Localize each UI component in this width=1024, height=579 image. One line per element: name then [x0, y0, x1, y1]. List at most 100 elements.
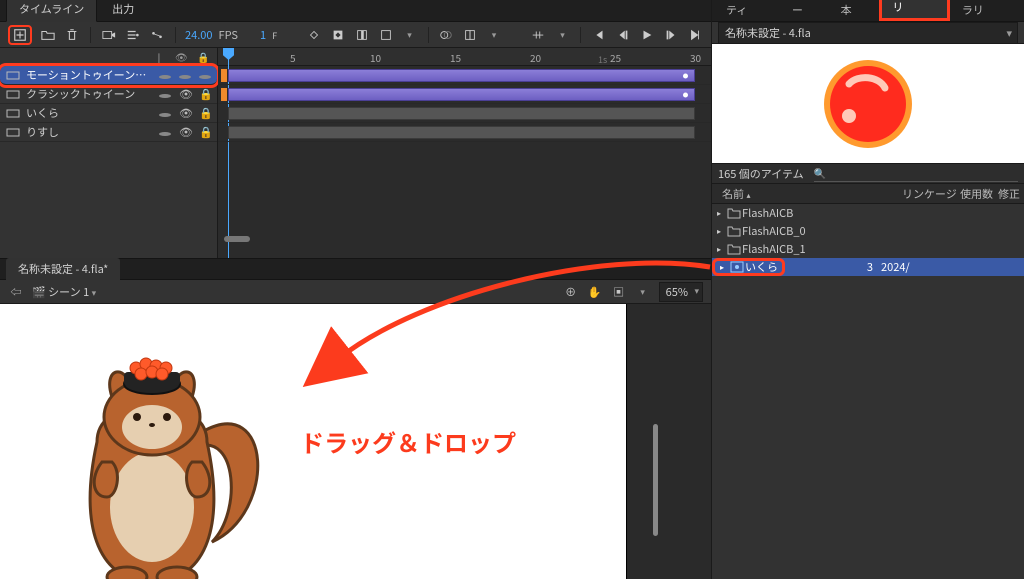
tab-output[interactable]: 出力: [99, 0, 147, 21]
camera-icon[interactable]: [101, 27, 117, 43]
col-modified[interactable]: 修正: [998, 186, 1024, 202]
scene-label[interactable]: シーン 1: [48, 284, 89, 300]
horizontal-scrollbar[interactable]: [224, 236, 250, 242]
rotate-stage-icon[interactable]: ✋: [587, 284, 603, 300]
tween-span[interactable]: [228, 88, 695, 101]
library-search-input[interactable]: [814, 167, 1018, 182]
lock-toggle[interactable]: [199, 67, 211, 83]
play-icon[interactable]: [639, 27, 655, 43]
visibility-toggle[interactable]: 👁: [179, 86, 191, 102]
new-layer-highlight: [8, 25, 32, 45]
document-tab[interactable]: 名称未設定 - 4.fla*: [6, 258, 120, 280]
stage-canvas[interactable]: ドラッグ＆ドロップ: [0, 304, 626, 579]
step-forward-icon[interactable]: [663, 27, 679, 43]
connector-icon[interactable]: [149, 27, 165, 43]
library-list[interactable]: ▸FlashAICB▸FlashAICB_0▸FlashAICB_1▸いくら32…: [712, 204, 1024, 579]
col-highlight-icon[interactable]: ❘: [153, 49, 165, 64]
layer-type-icon: [6, 106, 20, 120]
ikura-preview-art: [813, 54, 923, 154]
tab-timeline[interactable]: タイムライン: [6, 0, 97, 22]
trash-icon[interactable]: [64, 27, 80, 43]
col-name[interactable]: 名前 ▴: [712, 186, 902, 202]
insert-blank-keyframe-icon[interactable]: [330, 27, 346, 43]
visibility-toggle[interactable]: [179, 67, 191, 83]
layer-row[interactable]: りすし 👁 🔒: [0, 123, 217, 142]
highlight-toggle[interactable]: [159, 67, 171, 83]
scene-nav-icon[interactable]: ⇦: [8, 284, 24, 300]
chevron-down-icon[interactable]: ▾: [554, 27, 570, 43]
library-item[interactable]: ▸いくら32024/: [712, 258, 1024, 276]
expand-toggle[interactable]: ▸: [712, 244, 726, 255]
onion-skin-icon[interactable]: [438, 27, 454, 43]
highlight-toggle[interactable]: [159, 124, 171, 140]
timeline-body: ❘ 👁 🔒 モーショントゥイーン…クラシックトゥイーン👁🔒いくら👁🔒りすし👁🔒 …: [0, 48, 711, 258]
tab-cc-library[interactable]: C ライブラリ: [952, 0, 1024, 21]
library-item[interactable]: ▸FlashAICB: [712, 204, 1024, 222]
step-back-icon[interactable]: [615, 27, 631, 43]
layer-name[interactable]: いくら: [26, 105, 153, 121]
frame-span[interactable]: [228, 107, 695, 120]
go-first-frame-icon[interactable]: [591, 27, 607, 43]
expand-toggle[interactable]: ▸: [712, 226, 726, 237]
library-item[interactable]: ▸FlashAICB_1: [712, 240, 1024, 258]
insert-frame-icon[interactable]: [354, 27, 370, 43]
layer-row[interactable]: いくら 👁 🔒: [0, 104, 217, 123]
chevron-down-icon[interactable]: ▾: [486, 27, 502, 43]
visibility-toggle[interactable]: 👁: [179, 124, 191, 140]
layer-row[interactable]: クラシックトゥイーン 👁 🔒: [0, 85, 217, 104]
tab-library[interactable]: ライブラリ: [879, 0, 949, 21]
layer-row[interactable]: モーショントゥイーン…: [0, 66, 217, 85]
col-lock-icon[interactable]: 🔒: [197, 49, 209, 64]
highlight-toggle[interactable]: [159, 86, 171, 102]
chevron-down-icon[interactable]: ▾: [92, 286, 97, 299]
tab-properties[interactable]: プロパティ: [716, 0, 780, 21]
timeline-toolbar: 24.00 FPS 1 F ▾ ▾: [0, 22, 711, 48]
visibility-toggle[interactable]: 👁: [179, 105, 191, 121]
library-item[interactable]: ▸FlashAICB_0: [712, 222, 1024, 240]
keyframe-end-icon: [683, 92, 688, 97]
tab-color[interactable]: カラー: [782, 0, 829, 21]
lock-toggle[interactable]: 🔒: [199, 86, 211, 102]
layer-depth-icon[interactable]: [125, 27, 141, 43]
lock-toggle[interactable]: 🔒: [199, 124, 211, 140]
library-file-select[interactable]: 名称未設定 - 4.fla: [718, 22, 1018, 44]
chevron-down-icon[interactable]: ▾: [402, 27, 418, 43]
fps-value[interactable]: 24.00: [185, 27, 212, 43]
track-row[interactable]: [218, 104, 711, 123]
frame-span[interactable]: [228, 126, 695, 139]
fps-label: FPS: [219, 27, 238, 43]
layer-name[interactable]: りすし: [26, 124, 153, 140]
track-row[interactable]: [218, 85, 711, 104]
chevron-down-icon[interactable]: ▾: [635, 284, 651, 300]
expand-toggle[interactable]: ▸: [715, 262, 729, 273]
edit-multiple-frames-icon[interactable]: [462, 27, 478, 43]
vertical-scrollbar[interactable]: [653, 424, 658, 536]
frame-ruler[interactable]: 5 10 15 20 25 30 1s: [218, 48, 711, 66]
clip-stage-icon[interactable]: ▣: [611, 284, 627, 300]
expand-toggle[interactable]: ▸: [712, 208, 726, 219]
col-use-count[interactable]: 使用数: [960, 186, 998, 202]
insert-keyframe-icon[interactable]: [306, 27, 322, 43]
tab-swatch[interactable]: 色見本: [831, 0, 878, 21]
track-row[interactable]: [218, 123, 711, 142]
track-panel[interactable]: 5 10 15 20 25 30 1s: [218, 48, 711, 258]
tween-span[interactable]: [228, 69, 695, 82]
center-stage-icon[interactable]: ⊕: [563, 284, 579, 300]
stage[interactable]: ドラッグ＆ドロップ: [0, 304, 711, 579]
go-last-frame-icon[interactable]: [687, 27, 703, 43]
col-visibility-icon[interactable]: 👁: [175, 49, 187, 64]
marker-icon[interactable]: [530, 27, 546, 43]
highlight-toggle[interactable]: [159, 105, 171, 121]
new-layer-icon[interactable]: [12, 27, 28, 43]
stage-paste-board: [626, 304, 711, 579]
keyframe-end-icon: [683, 73, 688, 78]
track-row[interactable]: [218, 66, 711, 85]
new-folder-icon[interactable]: [40, 27, 56, 43]
current-frame-value[interactable]: 1: [260, 27, 266, 43]
layer-name[interactable]: モーショントゥイーン…: [26, 67, 153, 83]
remove-frame-icon[interactable]: [378, 27, 394, 43]
lock-toggle[interactable]: 🔒: [199, 105, 211, 121]
zoom-field[interactable]: 65%: [659, 282, 703, 302]
layer-name[interactable]: クラシックトゥイーン: [26, 86, 153, 102]
col-linkage[interactable]: リンケージ: [902, 186, 960, 202]
